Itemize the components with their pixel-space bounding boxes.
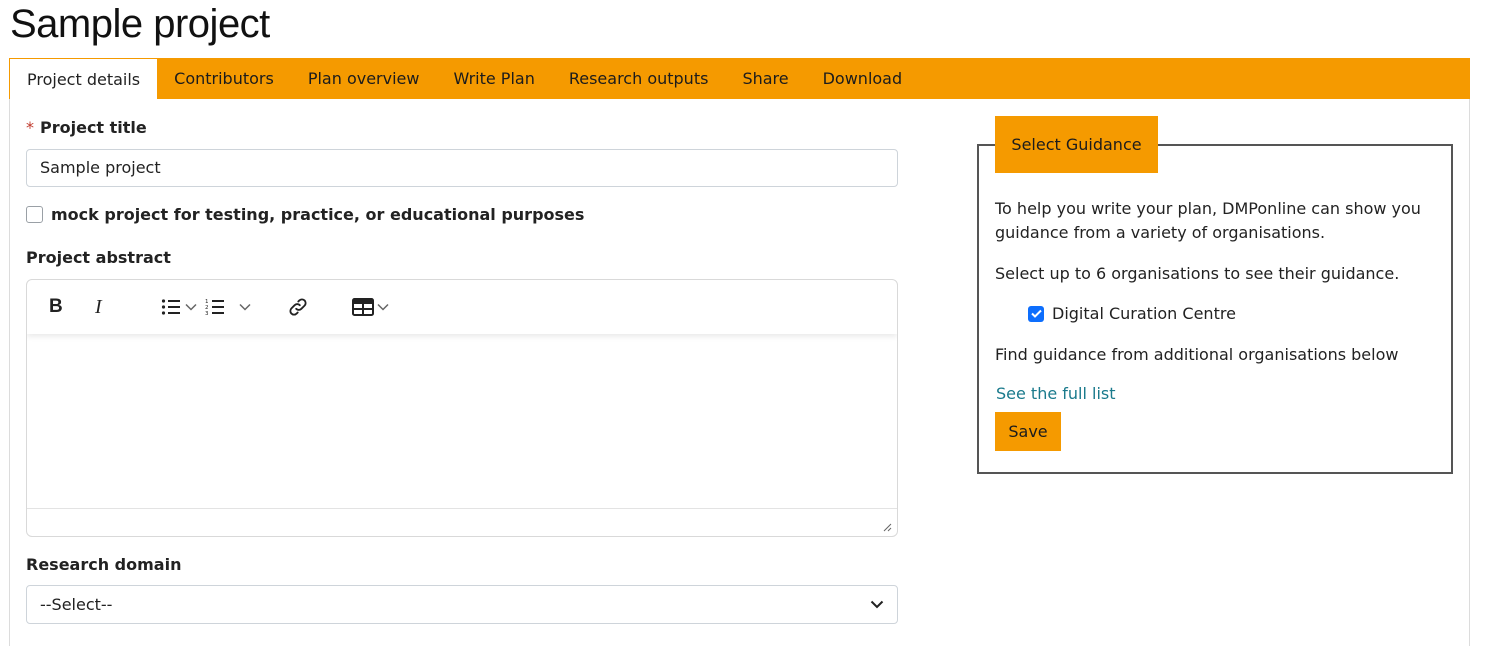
chevron-down-icon[interactable] (377, 303, 389, 311)
tab-write-plan[interactable]: Write Plan (436, 58, 551, 99)
numbered-list-button[interactable]: 1 2 3 (205, 298, 251, 316)
numbered-list-icon: 1 2 3 (205, 299, 224, 316)
bullet-list-button[interactable] (161, 298, 197, 316)
guidance-org-row: Digital Curation Centre (1028, 304, 1236, 323)
project-title-label-text: Project title (40, 118, 147, 137)
research-domain-select[interactable]: --Select-- (26, 585, 898, 624)
guidance-legend: Select Guidance (995, 116, 1158, 173)
tab-share[interactable]: Share (725, 58, 805, 99)
mock-project-row: mock project for testing, practice, or e… (26, 205, 584, 224)
tab-research-outputs[interactable]: Research outputs (552, 58, 726, 99)
research-domain-label: Research domain (26, 555, 182, 574)
abstract-editor: B I 1 2 3 (26, 279, 898, 537)
table-icon (352, 298, 374, 316)
table-button[interactable] (352, 298, 389, 316)
italic-icon: I (95, 295, 102, 318)
guidance-find-text: Find guidance from additional organisati… (995, 345, 1399, 364)
editor-status-bar (27, 508, 897, 536)
abstract-editor-body[interactable] (27, 334, 897, 508)
project-abstract-label: Project abstract (26, 248, 171, 267)
guidance-select-text: Select up to 6 organisations to see thei… (995, 264, 1400, 283)
bold-icon: B (49, 296, 63, 317)
see-full-list-link[interactable]: See the full list (996, 384, 1116, 403)
chevron-down-icon[interactable] (185, 303, 197, 311)
guidance-org-checkbox[interactable] (1028, 305, 1044, 322)
plan-tabs: Project details Contributors Plan overvi… (9, 58, 1470, 99)
resize-handle-icon[interactable] (882, 522, 892, 532)
chevron-down-icon (870, 600, 884, 609)
required-marker: * (26, 118, 34, 137)
project-title-input[interactable]: Sample project (26, 149, 898, 187)
project-title-label: * Project title (26, 118, 147, 137)
tab-project-details[interactable]: Project details (10, 59, 158, 99)
italic-button[interactable]: I (95, 296, 119, 319)
guidance-org-label: Digital Curation Centre (1052, 304, 1236, 323)
save-button[interactable]: Save (995, 412, 1061, 451)
chevron-down-icon[interactable] (239, 303, 251, 311)
research-domain-value: --Select-- (40, 595, 113, 614)
guidance-intro: To help you write your plan, DMPonline c… (995, 199, 1421, 242)
mock-project-checkbox[interactable] (26, 206, 43, 223)
bold-button[interactable]: B (49, 296, 73, 318)
page-title: Sample project (10, 2, 270, 46)
tab-contributors[interactable]: Contributors (157, 58, 291, 99)
link-button[interactable] (287, 296, 309, 318)
svg-text:3: 3 (205, 311, 209, 316)
bullet-list-icon (161, 299, 180, 315)
link-icon (289, 298, 307, 316)
mock-project-label: mock project for testing, practice, or e… (51, 205, 585, 224)
tab-plan-overview[interactable]: Plan overview (291, 58, 437, 99)
checkmark-icon (1030, 309, 1042, 318)
editor-toolbar: B I 1 2 3 (27, 280, 897, 334)
tab-download[interactable]: Download (806, 58, 920, 99)
